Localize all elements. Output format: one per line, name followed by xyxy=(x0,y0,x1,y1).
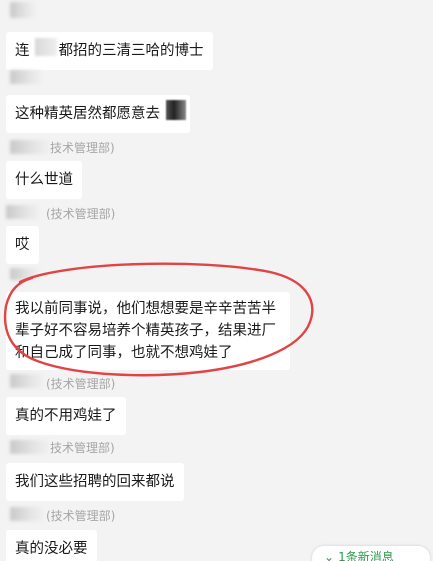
message-bubble: 真的没必要 xyxy=(6,530,97,561)
redaction-blur xyxy=(166,100,186,120)
message-bubble-highlighted: 我以前同事说，他们想想要是辛辛苦苦半 辈子好不容易培养个精英孩子，结果进厂 和自… xyxy=(6,292,290,370)
message-text: 哎 xyxy=(15,237,30,253)
message-text: 什么世道 xyxy=(15,172,73,188)
sender-name: (技术管理部) xyxy=(46,377,116,391)
new-message-indicator[interactable]: ⌄ 1条新消息 xyxy=(312,546,430,561)
message-bubble: 这种精英居然都愿意去 xyxy=(6,95,190,133)
new-message-label: 1条新消息 xyxy=(338,550,394,561)
message-text: 这种精英居然都愿意去 xyxy=(15,106,160,122)
avatar xyxy=(10,268,40,280)
sender-name: 技术管理部) xyxy=(50,141,115,155)
avatar xyxy=(10,507,44,521)
avatar xyxy=(6,205,40,219)
message-text: 我们这些招聘的回来都说 xyxy=(15,474,175,490)
sender-name: 技术管理部) xyxy=(50,441,115,455)
message-bubble: 哎 xyxy=(6,226,39,264)
message-bubble: 我们这些招聘的回来都说 xyxy=(6,463,184,501)
message-text: 真的不用鸡娃了 xyxy=(15,408,117,424)
chevron-down-icon: ⌄ xyxy=(324,550,335,561)
message-text: 真的没必要 xyxy=(15,541,88,557)
message-bubble: 什么世道 xyxy=(6,161,82,199)
avatar xyxy=(10,70,42,84)
sender-name: (技术管理部) xyxy=(46,509,116,523)
redaction-blur xyxy=(35,38,57,56)
message-text-line: 和自己成了同事，也就不想鸡娃了 xyxy=(15,345,233,361)
avatar xyxy=(10,374,44,388)
message-bubble: 真的不用鸡娃了 xyxy=(6,397,126,435)
sender-name: (技术管理部) xyxy=(46,207,116,221)
avatar xyxy=(10,440,50,454)
avatar xyxy=(10,140,50,154)
message-text-line: 我以前同事说，他们想想要是辛辛苦苦半 xyxy=(15,301,276,317)
message-text-line: 辈子好不容易培养个精英孩子，结果进厂 xyxy=(15,323,276,339)
avatar xyxy=(10,2,36,18)
